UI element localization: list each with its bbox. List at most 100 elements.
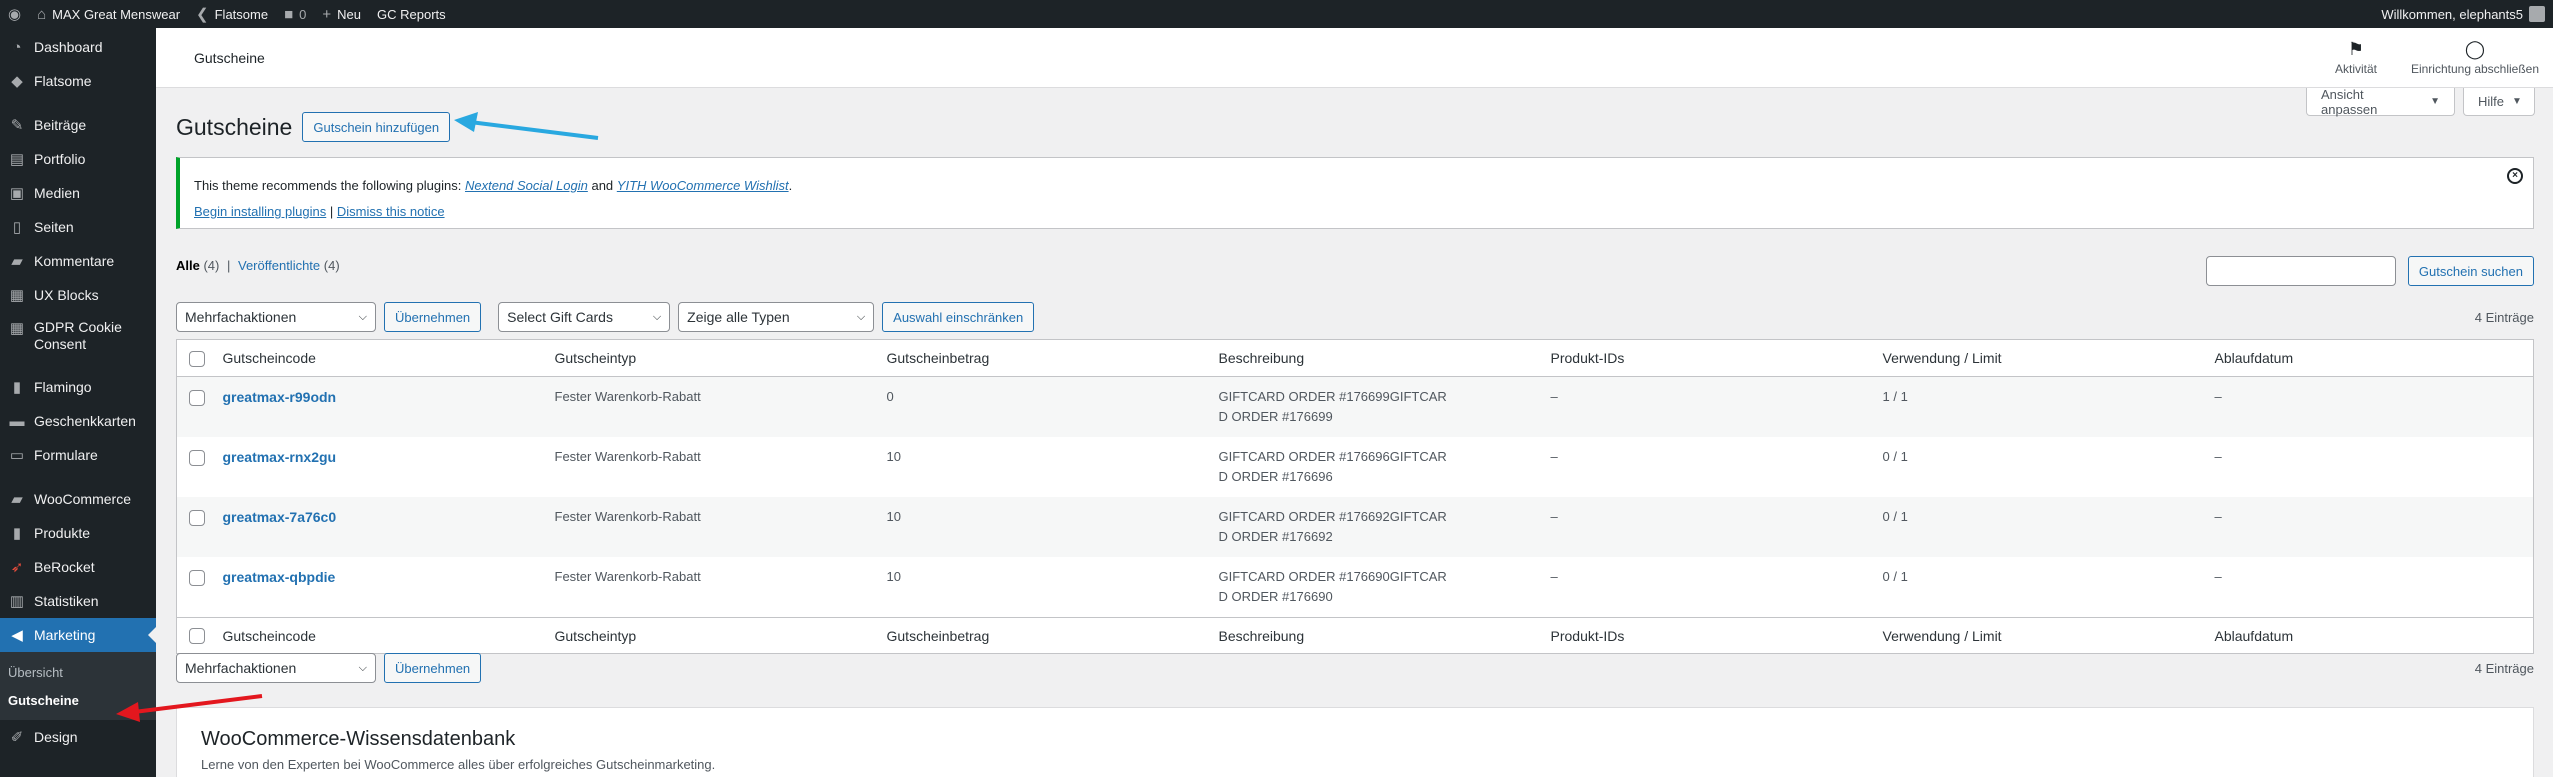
- admin-sidebar: ◔ Dashboard ◆ Flatsome ✎ Beiträge ▤ Portfoli…: [0, 28, 156, 777]
- activity-button[interactable]: ⚑ Aktivität: [2326, 36, 2386, 76]
- sidebar-item-produkte[interactable]: ▮ Produkte: [0, 516, 156, 550]
- column-header: Gutscheintyp: [546, 339, 879, 377]
- close-icon[interactable]: ×: [2507, 168, 2523, 184]
- expiry-date: –: [2214, 509, 2222, 524]
- sidebar-item-kommentare[interactable]: ▰ Kommentare: [0, 244, 156, 278]
- page-title: Gutscheine: [176, 113, 293, 140]
- comments-link[interactable]: ■ 0: [276, 0, 314, 28]
- table-row: greatmax-rnx2gu Fester Warenkorb-Rabatt …: [177, 437, 2534, 497]
- progress-circle-icon: ◯: [2464, 39, 2486, 59]
- select-all-checkbox[interactable]: [189, 350, 205, 367]
- row-checkbox[interactable]: [189, 389, 205, 406]
- sidebar-item-geschenkkarten[interactable]: ▬ Geschenkkarten: [0, 404, 156, 438]
- column-header: Ablaufdatum: [2206, 339, 2534, 377]
- column-header: Gutscheinbetrag: [878, 617, 1211, 654]
- site-name-link[interactable]: ⌂ MAX Great Menswear: [29, 0, 188, 28]
- sidebar-item-flatsome[interactable]: ◆ Flatsome: [0, 64, 156, 98]
- red-annotation-arrow-icon: [116, 694, 263, 722]
- tablenav-top: Mehrfachaktionen ⌵ Übernehmen Select Gift…: [176, 302, 2534, 332]
- coupon-type: Fester Warenkorb-Rabatt: [554, 509, 701, 524]
- media-icon: ▣: [9, 185, 25, 202]
- column-header: Beschreibung: [1210, 617, 1543, 654]
- account-menu[interactable]: Willkommen, elephants5: [2373, 0, 2553, 28]
- begin-installing-link[interactable]: Begin installing plugins: [194, 204, 326, 219]
- coupon-code-link[interactable]: greatmax-qbpdie: [223, 569, 336, 585]
- product-ids: –: [1550, 509, 1558, 524]
- wordpress-logo-icon[interactable]: ◉: [0, 0, 29, 28]
- sidebar-item-portfolio[interactable]: ▤ Portfolio: [0, 142, 156, 176]
- coupon-description: GIFTCARD ORDER #176690GIFTCARD ORDER #17…: [1218, 569, 1447, 604]
- sidebar-item-flamingo[interactable]: ▮ Flamingo: [0, 370, 156, 404]
- column-header: Gutscheintyp: [546, 617, 879, 654]
- column-header: Gutscheinbetrag: [878, 339, 1211, 377]
- plugin-link-nextend[interactable]: Nextend Social Login: [465, 178, 588, 193]
- flag-icon: ⚑: [2347, 39, 2365, 59]
- product-ids: –: [1550, 569, 1558, 584]
- knowledgebase-panel: WooCommerce-Wissensdatenbank Lerne von d…: [176, 707, 2534, 777]
- dismiss-notice-link[interactable]: Dismiss this notice: [337, 204, 445, 219]
- sidebar-item-beitraege[interactable]: ✎ Beiträge: [0, 108, 156, 142]
- filter-button[interactable]: Auswahl einschränken: [882, 302, 1035, 332]
- products-icon: ▮: [12, 525, 22, 542]
- coupon-code-link[interactable]: greatmax-r99odn: [223, 389, 337, 405]
- coupon-code-link[interactable]: greatmax-7a76c0: [223, 509, 337, 525]
- theme-link[interactable]: ❮ Flatsome: [188, 0, 276, 28]
- sidebar-item-dashboard[interactable]: ◔ Dashboard: [0, 30, 156, 64]
- giftcard-icon: ▬: [9, 412, 25, 430]
- flamingo-icon: ▮: [12, 379, 22, 396]
- select-all-checkbox[interactable]: [189, 628, 205, 645]
- status-filter-links: Alle (4) | Veröffentlichte (4): [176, 258, 340, 273]
- column-header[interactable]: Gutscheincode: [214, 339, 547, 377]
- type-filter-select[interactable]: Zeige alle Typen ⌵: [678, 302, 875, 332]
- bulk-actions-select[interactable]: Mehrfachaktionen ⌵: [176, 302, 376, 332]
- row-checkbox[interactable]: [189, 569, 205, 586]
- column-header: Produkt-IDs: [1542, 339, 1875, 377]
- search-button[interactable]: Gutschein suchen: [2407, 256, 2534, 286]
- dashboard-icon: ◔: [12, 38, 22, 56]
- coupon-code-link[interactable]: greatmax-rnx2gu: [223, 449, 337, 465]
- bulk-actions-select[interactable]: Mehrfachaktionen ⌵: [176, 653, 376, 683]
- screen-options-tab[interactable]: Ansicht anpassen ▼: [2306, 87, 2455, 117]
- add-coupon-button[interactable]: Gutschein hinzufügen: [302, 112, 451, 142]
- filter-published-link[interactable]: Veröffentlichte: [238, 258, 320, 273]
- setup-button[interactable]: ◯ Einrichtung abschließen: [2400, 36, 2550, 76]
- help-tab[interactable]: Hilfe ▼: [2463, 88, 2535, 116]
- sidebar-item-medien[interactable]: ▣ Medien: [0, 176, 156, 210]
- submenu-item-uebersicht[interactable]: Übersicht: [0, 658, 156, 686]
- tablenav-bottom: Mehrfachaktionen ⌵ Übernehmen 4 Einträge: [176, 653, 2534, 683]
- coupon-description: GIFTCARD ORDER #176696GIFTCARD ORDER #17…: [1218, 449, 1447, 484]
- sidebar-item-gdpr[interactable]: ▦ GDPR Cookie Consent: [0, 312, 156, 360]
- apply-bulk-button[interactable]: Übernehmen: [384, 653, 482, 683]
- row-checkbox[interactable]: [189, 509, 205, 526]
- megaphone-icon: ◀: [11, 627, 23, 644]
- sidebar-item-woocommerce[interactable]: ▰ WooCommerce: [0, 482, 156, 516]
- plugin-notice: This theme recommends the following plug…: [176, 157, 2534, 229]
- comment-bubble-icon: ■: [284, 5, 294, 23]
- coupon-type: Fester Warenkorb-Rabatt: [554, 449, 701, 464]
- row-checkbox[interactable]: [189, 449, 205, 466]
- sidebar-item-formulare[interactable]: ▭ Formulare: [0, 438, 156, 472]
- pin-icon: ✎: [10, 117, 24, 134]
- sidebar-item-marketing[interactable]: ◀ Marketing: [0, 618, 156, 652]
- giftcard-filter-select[interactable]: Select Gift Cards ⌵: [498, 302, 671, 332]
- chevron-down-icon: ⌵: [856, 310, 866, 323]
- column-header[interactable]: Gutscheincode: [214, 617, 547, 654]
- chevron-down-icon: ⌵: [358, 310, 367, 323]
- plugin-link-yith[interactable]: YITH WooCommerce Wishlist: [617, 178, 789, 193]
- sidebar-item-berocket[interactable]: ➶ BeRocket: [0, 550, 156, 584]
- apply-bulk-button[interactable]: Übernehmen: [384, 302, 482, 332]
- coupons-table: Gutscheincode Gutscheintyp Gutscheinbetr…: [176, 339, 2534, 654]
- sidebar-item-ux-blocks[interactable]: ▦ UX Blocks: [0, 278, 156, 312]
- flatsome-icon: ◆: [11, 73, 23, 90]
- gc-reports-link[interactable]: GC Reports: [369, 0, 454, 28]
- sidebar-item-statistiken[interactable]: ▥ Statistiken: [0, 584, 156, 618]
- rocket-icon: ➶: [10, 559, 24, 576]
- sidebar-item-seiten[interactable]: ▯ Seiten: [0, 210, 156, 244]
- caret-down-icon: ▼: [2512, 96, 2522, 107]
- usage-limit: 0 / 1: [1882, 509, 1908, 524]
- coupon-amount: 0: [886, 389, 894, 404]
- new-content-link[interactable]: + Neu: [314, 0, 369, 28]
- search-input[interactable]: [2205, 256, 2396, 286]
- filter-all-link[interactable]: Alle: [176, 258, 200, 273]
- column-header: Verwendung / Limit: [1874, 617, 2207, 654]
